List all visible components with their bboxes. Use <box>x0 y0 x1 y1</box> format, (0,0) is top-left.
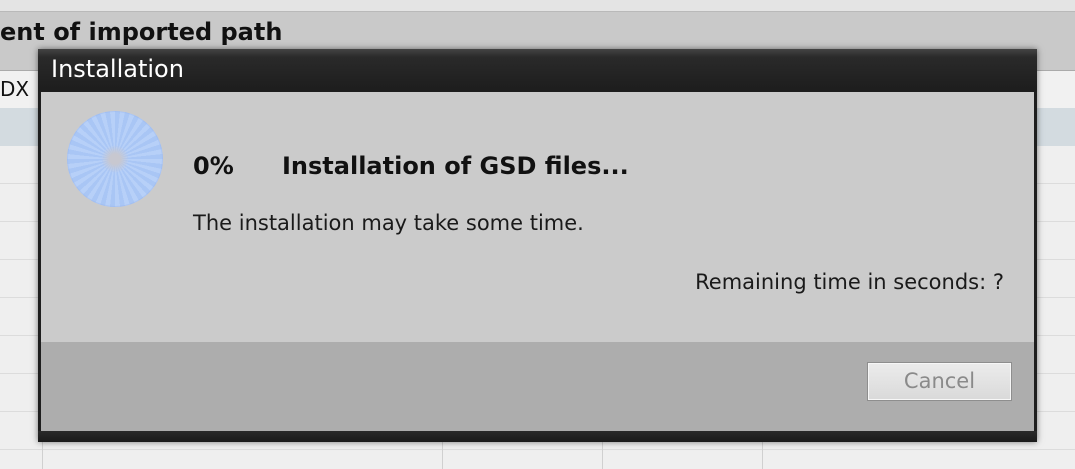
info-text: The installation may take some time. <box>193 211 584 235</box>
background-toolbar-strip <box>0 0 1075 12</box>
progress-percent: 0% <box>193 152 234 180</box>
background-column-divider <box>42 440 43 469</box>
cancel-button[interactable]: Cancel <box>867 362 1012 401</box>
background-column-divider <box>442 440 443 469</box>
dialog-body: 0% Installation of GSD files... The inst… <box>41 92 1034 342</box>
background-column-divider <box>602 440 603 469</box>
dialog-bottom-border <box>38 431 1037 442</box>
task-title: Installation of GSD files... <box>282 152 629 180</box>
installation-dialog: Installation 0% Installation of GSD file… <box>38 49 1037 442</box>
dialog-footer: Cancel <box>41 342 1034 431</box>
dialog-title: Installation <box>51 55 184 83</box>
background-column-divider <box>762 440 763 469</box>
dialog-titlebar[interactable]: Installation <box>38 49 1037 91</box>
remaining-time-text: Remaining time in seconds: ? <box>695 270 1004 294</box>
background-column-header[interactable]: DX <box>0 77 29 101</box>
busy-spinner-icon <box>67 111 163 207</box>
